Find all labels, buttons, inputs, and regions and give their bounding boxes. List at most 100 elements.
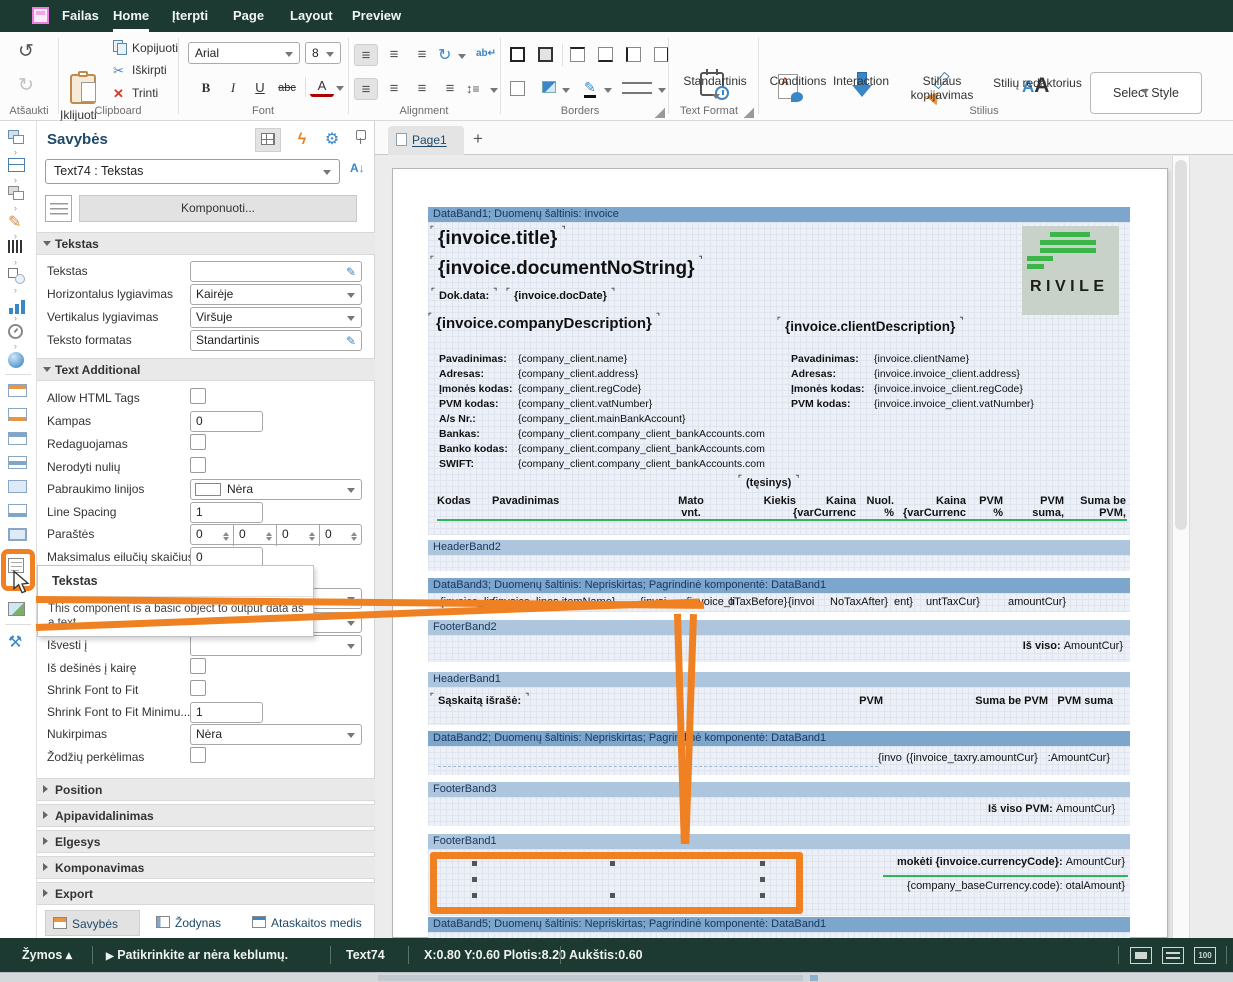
section-text-additional[interactable]: Text Additional	[37, 358, 375, 381]
underline-button[interactable]: U	[248, 77, 272, 99]
report-title-band-icon[interactable]	[8, 384, 27, 397]
field-label[interactable]: Įmonės kodas:	[791, 383, 865, 395]
col-header[interactable]: PVM suma,	[1018, 495, 1064, 519]
font-family-select[interactable]: Arial	[188, 42, 300, 64]
section-position[interactable]: Position	[37, 778, 375, 801]
issued-by-label[interactable]: Sąskaitą išrašė:	[438, 695, 521, 707]
row-field[interactable]: ent}	[894, 596, 913, 608]
field-value[interactable]: {invoice.clientName}	[874, 353, 969, 365]
menu-page[interactable]: Page	[233, 0, 264, 32]
total-vat-field[interactable]: Iš viso PVM: AmountCur}	[988, 803, 1113, 815]
delete-button[interactable]: Trinti	[132, 86, 158, 100]
row-field[interactable]: NoTaxAfter}	[830, 596, 888, 608]
panel-band-icon[interactable]	[8, 480, 27, 493]
rtl-checkbox[interactable]	[190, 658, 206, 674]
field-label[interactable]: PVM kodas:	[439, 398, 499, 410]
border-top-button[interactable]	[570, 47, 585, 62]
barcode-component-icon[interactable]	[8, 240, 24, 253]
field-value[interactable]: {company_client.company_client_bankAccou…	[518, 458, 765, 470]
strikethrough-button[interactable]: abc	[275, 77, 299, 99]
total-field[interactable]: Iš viso: AmountCur}	[968, 640, 1123, 652]
rotate-chevron-icon[interactable]	[458, 54, 466, 63]
field-value[interactable]: {invoice.invoice_client.address}	[874, 368, 1020, 380]
fit-width-button[interactable]	[1162, 947, 1184, 964]
invoice-docno-field[interactable]: {invoice.documentNoString}	[438, 258, 695, 280]
check-issues-button[interactable]: ▶ Patikrinkite ar nėra keblumų.	[106, 938, 288, 974]
zoom-100-button[interactable]: 100	[1194, 947, 1216, 964]
col-header[interactable]: Nuol. %	[862, 495, 894, 519]
paste-icon[interactable]	[70, 74, 96, 104]
col-header[interactable]: Suma be PVM,	[1078, 495, 1126, 519]
section-behavior[interactable]: Elgesys	[37, 830, 375, 853]
field-label[interactable]: PVM kodas:	[791, 398, 851, 410]
line-style-icon[interactable]	[622, 82, 652, 94]
expand-chevron-icon[interactable]: ›	[14, 341, 17, 351]
tab-zodynas[interactable]: Žodynas	[149, 910, 241, 936]
pay-total-field[interactable]: mokėti {invoice.currencyCode}: AmountCur…	[883, 856, 1125, 868]
expand-chevron-icon[interactable]: ›	[14, 285, 17, 295]
line-spacing-input[interactable]: 1	[190, 502, 263, 523]
field-label[interactable]: Pavadinimas:	[439, 353, 507, 365]
hide-zeros-checkbox[interactable]	[190, 457, 206, 473]
band-header-headerband1[interactable]: HeaderBand1	[428, 672, 1130, 687]
shapes-component-icon[interactable]	[8, 268, 28, 288]
field-label[interactable]: Adresas:	[439, 368, 484, 380]
fit-page-button[interactable]	[1130, 947, 1152, 964]
vertical-scrollbar[interactable]	[1172, 156, 1190, 938]
band-content-databand2[interactable]: {invo ({invoice_taxry.amountCur} :Amount…	[428, 746, 1130, 775]
align-left-button[interactable]: ≡	[354, 78, 378, 100]
col-header[interactable]: Kaina {varCurrenc	[898, 495, 966, 519]
company-description-field[interactable]: {invoice.companyDescription}	[436, 315, 652, 332]
rotate-text-icon[interactable]: ↻	[438, 45, 451, 65]
margin-top-stepper[interactable]: 0	[234, 525, 277, 546]
field-label[interactable]: Banko kodas:	[439, 443, 508, 455]
component-copy-icon[interactable]	[8, 130, 28, 150]
tools-icon[interactable]: ⚒	[8, 632, 28, 652]
fill-color-chevron-icon[interactable]	[562, 88, 570, 97]
settings-gear-icon[interactable]: ⚙	[319, 128, 345, 152]
edit-pencil-icon[interactable]: ✎	[346, 263, 356, 282]
draw-pencil-icon[interactable]: ✎	[8, 212, 28, 232]
section-tekstas[interactable]: Tekstas	[37, 232, 375, 255]
fill-color-icon[interactable]	[542, 81, 556, 93]
font-color-button[interactable]: A	[310, 77, 334, 97]
underline-lines-select[interactable]: Nėra	[190, 479, 362, 500]
table-component-icon[interactable]	[8, 158, 25, 172]
field-label[interactable]: Adresas:	[791, 368, 836, 380]
row-field[interactable]: {invo	[878, 752, 902, 764]
margin-right-stepper[interactable]: 0	[277, 525, 320, 546]
align-center-button[interactable]: ≡	[382, 78, 406, 100]
border-pen-chevron-icon[interactable]	[604, 88, 612, 97]
properties-view-button[interactable]	[255, 128, 281, 152]
align-middle-button[interactable]: ≡	[382, 44, 406, 66]
sort-az-icon[interactable]: A↓	[350, 161, 365, 175]
save-icon[interactable]	[32, 7, 49, 24]
band-header-databand1[interactable]: DataBand1; Duomenų šaltinis: invoice	[428, 207, 1130, 222]
band-header-footerband1[interactable]: FooterBand1	[428, 834, 1130, 849]
align-right-button[interactable]: ≡	[410, 78, 434, 100]
text-format-input[interactable]: Standartinis✎	[190, 330, 362, 351]
section-appearance[interactable]: Apipavidalinimas	[37, 804, 375, 827]
field-label[interactable]: SWIFT:	[439, 458, 474, 470]
style-copy-button[interactable]: Stiliaus kopijavimas	[898, 74, 986, 102]
italic-button[interactable]: I	[221, 77, 245, 99]
cut-button[interactable]: Iškirpti	[132, 63, 167, 77]
line-spacing-icon[interactable]: ↕≡	[466, 81, 480, 96]
field-value[interactable]: {company_client.vatNumber}	[518, 398, 652, 410]
section-layout[interactable]: Komponavimas	[37, 856, 375, 879]
tab-page1[interactable]: Page1	[388, 126, 464, 155]
data-band-icon[interactable]	[8, 456, 27, 469]
margins-stepper[interactable]: 0 0 0 0	[190, 524, 362, 545]
band-content-databand1[interactable]: {invoice.title} {invoice.documentNoStrin…	[428, 222, 1130, 535]
col-header[interactable]: Kiekis	[728, 495, 796, 507]
interaction-button[interactable]: Interaction	[826, 74, 896, 88]
col-header[interactable]: Mato vnt.	[668, 495, 714, 519]
editable-checkbox[interactable]	[190, 434, 206, 450]
expand-chevron-icon[interactable]: ›	[14, 257, 17, 267]
add-page-button[interactable]: +	[473, 129, 483, 149]
scrollbar-thumb[interactable]	[1175, 160, 1187, 530]
redo-icon[interactable]: ↻	[18, 76, 34, 95]
row-field[interactable]: {invoi	[788, 596, 814, 608]
select-style-chevron-icon[interactable]	[1141, 89, 1149, 98]
field-value[interactable]: {invoice.invoice_client.regCode}	[874, 383, 1023, 395]
